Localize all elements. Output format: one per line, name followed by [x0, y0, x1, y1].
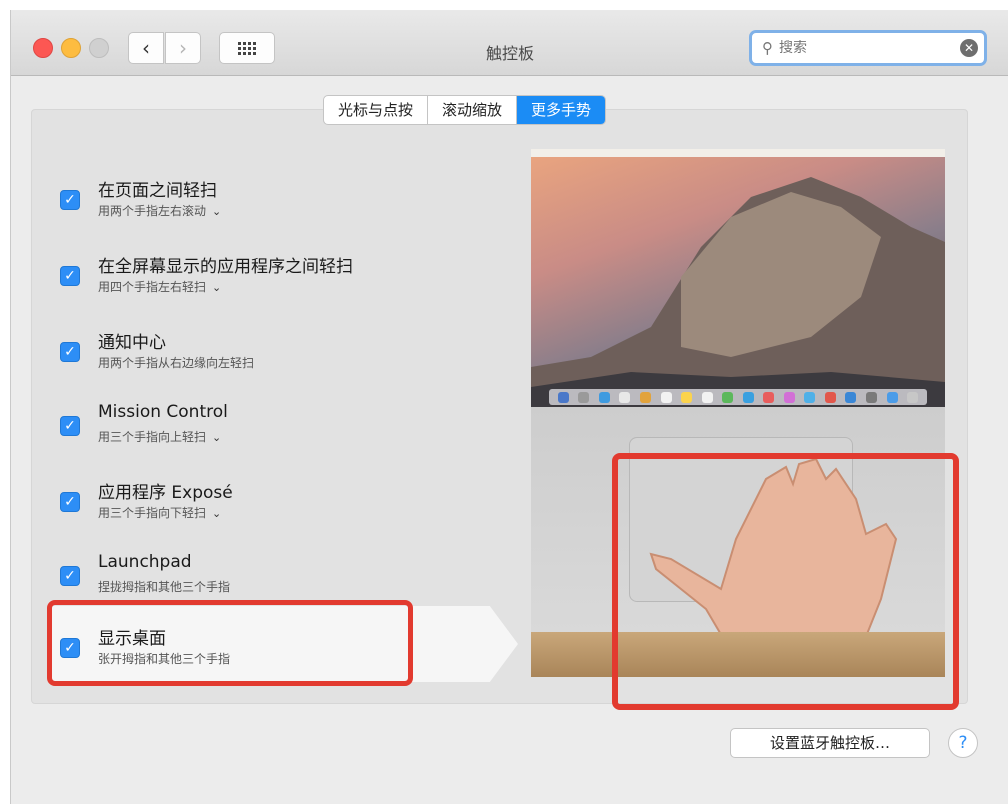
chevron-down-icon: ⌄ — [212, 205, 222, 218]
gesture-subtitle: 用两个手指从右边缘向左轻扫 — [98, 356, 255, 370]
chevron-down-icon: ⌄ — [212, 507, 222, 520]
toolbar: ‹ › 触控板 ⚲ ✕ — [11, 10, 1008, 76]
checkbox[interactable]: ✓ — [60, 492, 80, 512]
checkbox[interactable]: ✓ — [60, 190, 80, 210]
gesture-option-menu[interactable]: 用四个手指左右轻扫 ⌄ — [98, 278, 221, 295]
tab-more-gestures[interactable]: 更多手势 — [517, 96, 606, 124]
gesture-subtitle: 捏拢拇指和其他三个手指 — [98, 580, 231, 594]
chevron-down-icon: ⌄ — [212, 281, 222, 294]
gesture-swipe-pages: ✓ 在页面之间轻扫 用两个手指左右滚动 ⌄ — [56, 172, 416, 232]
checkbox[interactable]: ✓ — [60, 566, 80, 586]
gesture-title: Launchpad — [98, 552, 192, 572]
annotation-highlight-box — [612, 453, 959, 710]
search-input[interactable] — [779, 40, 939, 56]
search-field[interactable]: ⚲ ✕ — [749, 30, 987, 66]
gesture-mission-control: ✓ Mission Control 用三个手指向上轻扫 ⌄ — [56, 398, 416, 458]
setup-bluetooth-trackpad-button[interactable]: 设置蓝牙触控板… — [730, 728, 930, 758]
gesture-title: 在全屏幕显示的应用程序之间轻扫 — [98, 257, 353, 277]
gesture-title: Mission Control — [98, 402, 228, 422]
annotation-highlight-box — [47, 600, 413, 686]
chevron-down-icon: ⌄ — [212, 431, 222, 444]
tab-bar: 光标与点按 滚动缩放 更多手势 — [323, 95, 607, 125]
gesture-title: 在页面之间轻扫 — [98, 181, 217, 201]
gesture-notification-center: ✓ 通知中心 用两个手指从右边缘向左轻扫 — [56, 324, 416, 384]
checkbox[interactable]: ✓ — [60, 342, 80, 362]
checkbox[interactable]: ✓ — [60, 266, 80, 286]
clear-search-icon[interactable]: ✕ — [960, 39, 978, 57]
gesture-option-menu[interactable]: 用两个手指左右滚动 ⌄ — [98, 202, 221, 219]
gesture-swipe-fullscreen-apps: ✓ 在全屏幕显示的应用程序之间轻扫 用四个手指左右轻扫 ⌄ — [56, 248, 416, 308]
help-button[interactable]: ? — [948, 728, 978, 758]
tab-scroll-zoom[interactable]: 滚动缩放 — [428, 96, 518, 124]
checkbox[interactable]: ✓ — [60, 416, 80, 436]
gesture-launchpad: ✓ Launchpad 捏拢拇指和其他三个手指 — [56, 548, 416, 608]
gesture-option-menu[interactable]: 用三个手指向下轻扫 ⌄ — [98, 504, 221, 521]
gesture-app-expose: ✓ 应用程序 Exposé 用三个手指向下轻扫 ⌄ — [56, 474, 416, 534]
search-icon: ⚲ — [762, 39, 773, 57]
gesture-title: 通知中心 — [98, 333, 166, 353]
gesture-option-menu[interactable]: 用三个手指向上轻扫 ⌄ — [98, 428, 221, 445]
tab-point-click[interactable]: 光标与点按 — [324, 96, 429, 124]
gesture-title: 应用程序 Exposé — [98, 483, 233, 503]
